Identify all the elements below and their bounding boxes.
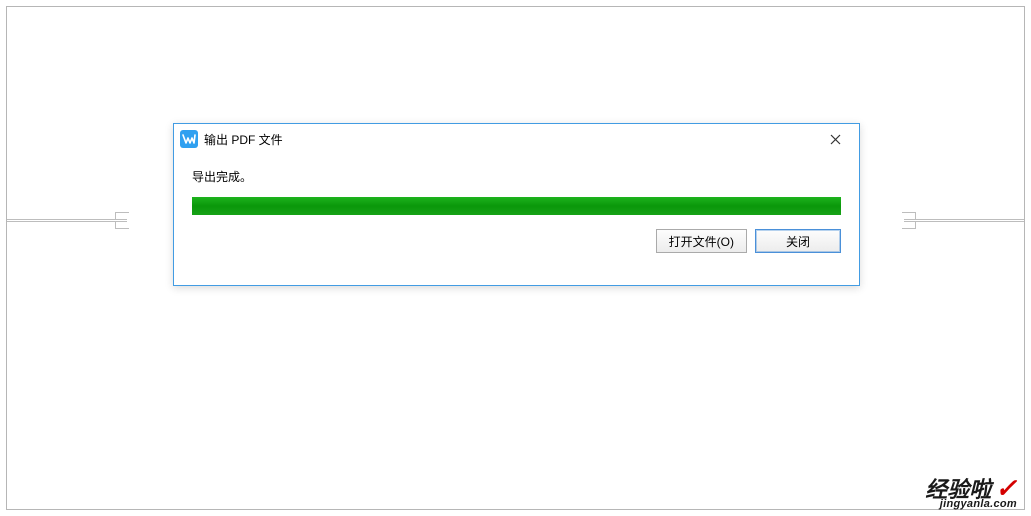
page-corner [902, 221, 916, 229]
export-pdf-dialog: 输出 PDF 文件 导出完成。 打开文件(O) 关闭 [173, 123, 860, 286]
dialog-body: 导出完成。 打开文件(O) 关闭 [174, 154, 859, 263]
dialog-titlebar[interactable]: 输出 PDF 文件 [174, 124, 859, 154]
close-icon[interactable] [815, 125, 855, 153]
watermark: 经验啦 ✓ jingyanla.com [925, 475, 1017, 510]
close-button[interactable]: 关闭 [755, 229, 841, 253]
wps-app-icon [180, 130, 198, 148]
dialog-button-row: 打开文件(O) 关闭 [192, 229, 841, 253]
dialog-title: 输出 PDF 文件 [204, 131, 815, 148]
page-corner [115, 212, 129, 220]
progress-bar [192, 197, 841, 215]
page-corner [115, 221, 129, 229]
export-status-text: 导出完成。 [192, 168, 841, 185]
page-corner [902, 212, 916, 220]
open-file-button[interactable]: 打开文件(O) [656, 229, 747, 253]
